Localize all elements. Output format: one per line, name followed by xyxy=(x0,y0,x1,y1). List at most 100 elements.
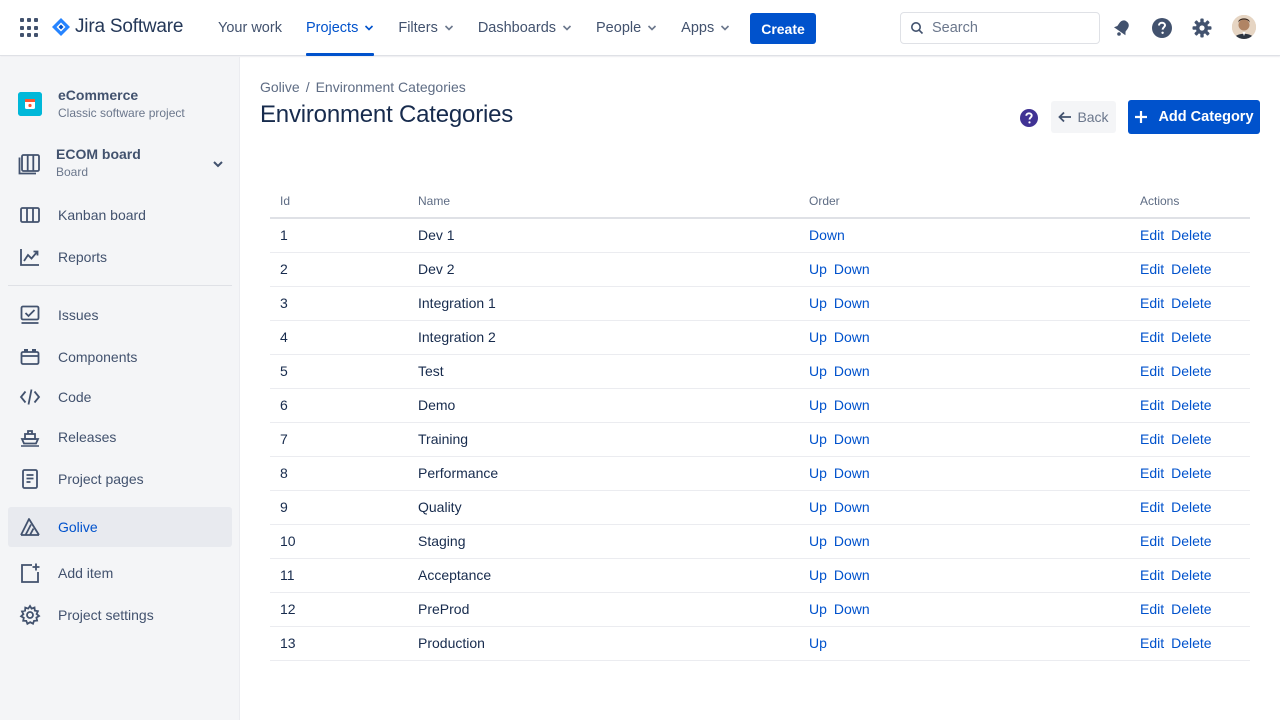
issues-icon xyxy=(20,305,40,324)
move-up-link[interactable]: Up xyxy=(809,635,827,651)
edit-link[interactable]: Edit xyxy=(1140,295,1164,311)
sidebar-item-golive[interactable]: Golive xyxy=(8,507,232,547)
board-type: Board xyxy=(56,165,89,179)
releases-icon xyxy=(20,430,40,447)
edit-link[interactable]: Edit xyxy=(1140,397,1164,413)
move-up-link[interactable]: Up xyxy=(809,295,827,311)
search-box[interactable] xyxy=(900,12,1100,44)
move-down-link[interactable]: Down xyxy=(834,567,870,583)
table-row: 9 Quality Up Down Edit Delete xyxy=(270,490,1250,525)
avatar[interactable] xyxy=(1232,15,1256,39)
sidebar-item-project-settings[interactable]: Project settings xyxy=(8,595,232,635)
delete-link[interactable]: Delete xyxy=(1171,295,1211,311)
move-down-link[interactable]: Down xyxy=(834,499,870,515)
search-input[interactable] xyxy=(932,20,1082,36)
create-button[interactable]: Create xyxy=(750,13,816,44)
move-up-link[interactable]: Up xyxy=(809,363,827,379)
sidebar-item-kanban-board[interactable]: Kanban board xyxy=(8,195,232,235)
sidebar-item-releases[interactable]: Releases xyxy=(8,417,232,457)
cell-name: Dev 1 xyxy=(408,218,799,253)
move-down-link[interactable]: Down xyxy=(834,533,870,549)
cell-name: Demo xyxy=(408,388,799,423)
app-switcher-icon[interactable] xyxy=(20,18,40,38)
project-header[interactable]: eCommerce Classic software project xyxy=(18,87,185,120)
breadcrumb-environment-categories[interactable]: Environment Categories xyxy=(316,79,466,95)
settings-icon[interactable] xyxy=(1190,16,1214,40)
move-down-link[interactable]: Down xyxy=(834,329,870,345)
delete-link[interactable]: Delete xyxy=(1171,567,1211,583)
sidebar-item-project-pages[interactable]: Project pages xyxy=(8,459,232,499)
help-icon[interactable] xyxy=(1019,108,1039,128)
sidebar-item-label: Releases xyxy=(58,429,117,445)
edit-link[interactable]: Edit xyxy=(1140,329,1164,345)
sidebar-item-issues[interactable]: Issues xyxy=(8,295,232,335)
nav-label: Dashboards xyxy=(477,20,557,36)
back-button[interactable]: Back xyxy=(1051,101,1116,133)
move-up-link[interactable]: Up xyxy=(809,261,827,277)
breadcrumb-golive[interactable]: Golive xyxy=(260,79,300,95)
move-down-link[interactable]: Down xyxy=(834,601,870,617)
move-down-link[interactable]: Down xyxy=(834,465,870,481)
nav-people[interactable]: People xyxy=(584,0,669,56)
edit-link[interactable]: Edit xyxy=(1140,635,1164,651)
move-up-link[interactable]: Up xyxy=(809,499,827,515)
edit-link[interactable]: Edit xyxy=(1140,601,1164,617)
move-down-link[interactable]: Down xyxy=(834,363,870,379)
sidebar-item-add-item[interactable]: Add item xyxy=(8,553,232,593)
cell-actions: Edit Delete xyxy=(1130,388,1250,423)
delete-link[interactable]: Delete xyxy=(1171,363,1211,379)
categories-table: Id Name Order Actions 1 Dev 1 Down Edit Dele… xyxy=(270,184,1250,661)
move-up-link[interactable]: Up xyxy=(809,465,827,481)
edit-link[interactable]: Edit xyxy=(1140,227,1164,243)
delete-link[interactable]: Delete xyxy=(1171,635,1211,651)
delete-link[interactable]: Delete xyxy=(1171,465,1211,481)
delete-link[interactable]: Delete xyxy=(1171,329,1211,345)
sidebar-item-reports[interactable]: Reports xyxy=(8,237,232,277)
delete-link[interactable]: Delete xyxy=(1171,533,1211,549)
sidebar-item-components[interactable]: Components xyxy=(8,337,232,377)
cell-name: Acceptance xyxy=(408,558,799,593)
table-row: 7 Training Up Down Edit Delete xyxy=(270,422,1250,457)
edit-link[interactable]: Edit xyxy=(1140,465,1164,481)
delete-link[interactable]: Delete xyxy=(1171,431,1211,447)
board-switcher[interactable]: ECOM board Board xyxy=(18,146,224,179)
move-up-link[interactable]: Up xyxy=(809,601,827,617)
nav-projects[interactable]: Projects xyxy=(294,0,386,56)
notifications-icon[interactable] xyxy=(1110,16,1134,40)
edit-link[interactable]: Edit xyxy=(1140,567,1164,583)
help-icon[interactable] xyxy=(1150,16,1174,40)
board-icon xyxy=(18,154,40,175)
sidebar-item-label: Project pages xyxy=(58,471,144,487)
move-down-link[interactable]: Down xyxy=(834,295,870,311)
cell-actions: Edit Delete xyxy=(1130,354,1250,389)
nav-apps[interactable]: Apps xyxy=(669,0,742,56)
move-down-link[interactable]: Down xyxy=(834,261,870,277)
edit-link[interactable]: Edit xyxy=(1140,363,1164,379)
chevron-down-icon xyxy=(562,25,572,31)
jira-logo[interactable]: Jira Software xyxy=(52,16,183,38)
move-up-link[interactable]: Up xyxy=(809,567,827,583)
edit-link[interactable]: Edit xyxy=(1140,533,1164,549)
nav-filters[interactable]: Filters xyxy=(386,0,465,56)
delete-link[interactable]: Delete xyxy=(1171,499,1211,515)
cell-name: Staging xyxy=(408,524,799,559)
move-down-link[interactable]: Down xyxy=(809,227,845,243)
move-up-link[interactable]: Up xyxy=(809,533,827,549)
delete-link[interactable]: Delete xyxy=(1171,261,1211,277)
edit-link[interactable]: Edit xyxy=(1140,431,1164,447)
add-category-button[interactable]: Add Category xyxy=(1128,100,1260,134)
edit-link[interactable]: Edit xyxy=(1140,261,1164,277)
move-down-link[interactable]: Down xyxy=(834,431,870,447)
move-up-link[interactable]: Up xyxy=(809,397,827,413)
nav-your-work[interactable]: Your work xyxy=(206,0,294,56)
move-down-link[interactable]: Down xyxy=(834,397,870,413)
nav-dashboards[interactable]: Dashboards xyxy=(466,0,584,56)
edit-link[interactable]: Edit xyxy=(1140,499,1164,515)
move-up-link[interactable]: Up xyxy=(809,431,827,447)
delete-link[interactable]: Delete xyxy=(1171,601,1211,617)
delete-link[interactable]: Delete xyxy=(1171,227,1211,243)
move-up-link[interactable]: Up xyxy=(809,329,827,345)
sidebar-item-code[interactable]: Code xyxy=(8,377,232,417)
delete-link[interactable]: Delete xyxy=(1171,397,1211,413)
app-name: Jira Software xyxy=(75,16,184,37)
